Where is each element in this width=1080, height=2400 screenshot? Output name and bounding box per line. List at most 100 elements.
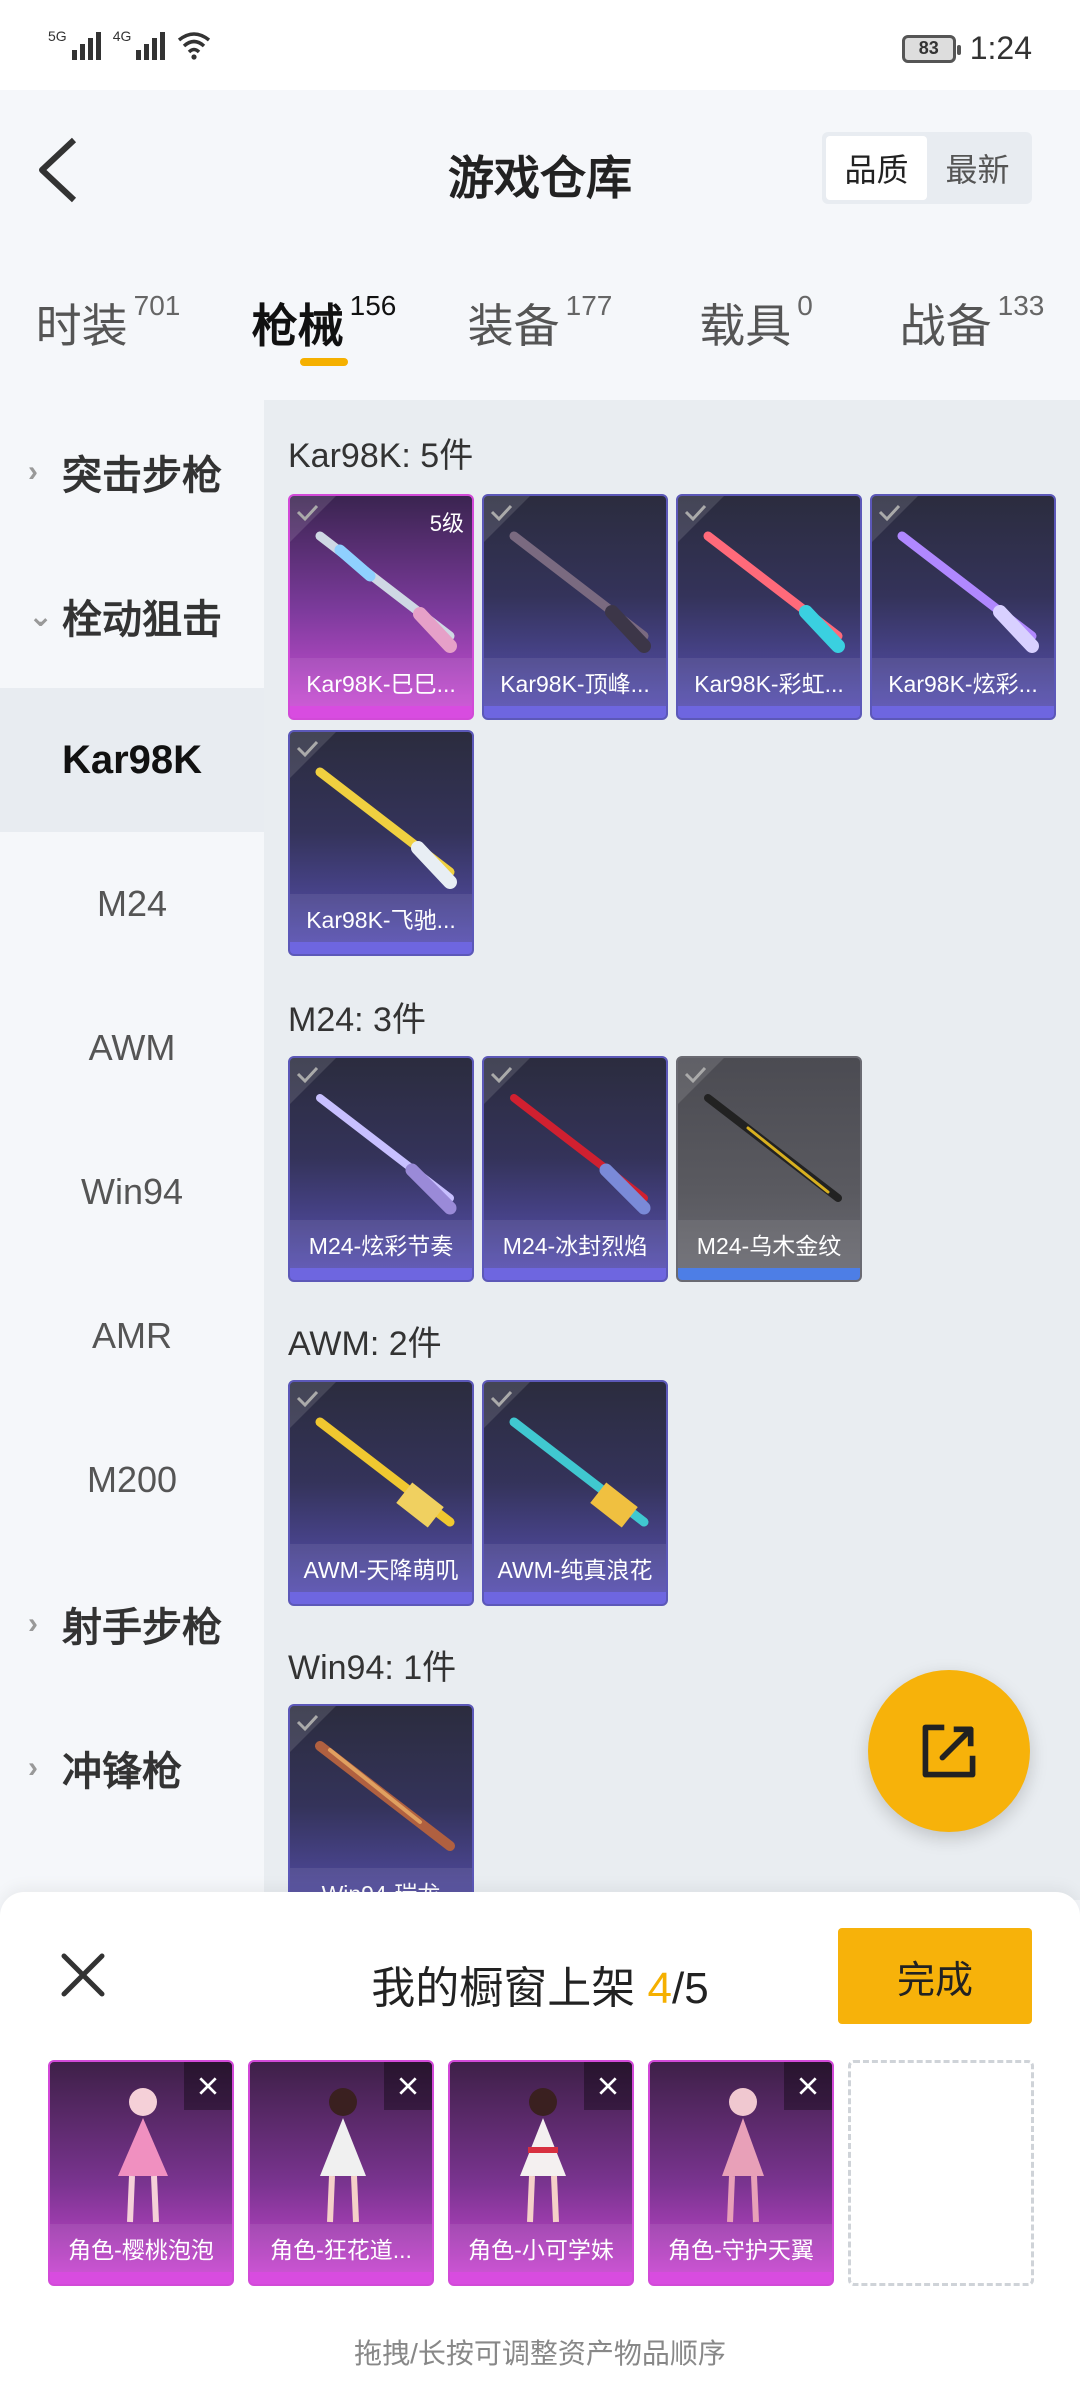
sidebar-item-m24[interactable]: M24 xyxy=(0,832,264,976)
item-label: Kar98K-飞驰... xyxy=(290,894,472,942)
rarity-bar xyxy=(450,2272,632,2284)
rarity-bar xyxy=(678,706,860,718)
character-figure-icon xyxy=(520,2088,566,2223)
tab-supplies[interactable]: 战备 133 xyxy=(864,250,1080,400)
wifi-icon xyxy=(177,30,211,60)
item-label: M24-冰封烈焰 xyxy=(484,1220,666,1268)
item-card[interactable]: M24-炫彩节奏 xyxy=(288,1056,474,1282)
showcase-slot[interactable]: 角色-守护天翼 xyxy=(648,2060,834,2286)
rifle-skin-icon xyxy=(315,1417,455,1528)
sidebar-group-bolt-snipers[interactable]: ⌄ 栓动狙击 xyxy=(0,544,264,688)
item-card[interactable]: Kar98K-彩虹... xyxy=(676,494,862,720)
sidebar-group-marksman-rifles[interactable]: › 射手步枪 xyxy=(0,1552,264,1696)
rifle-skin-icon xyxy=(704,1094,842,1202)
section-title-awm: AWM: 2件 xyxy=(288,1325,442,1363)
active-tab-indicator xyxy=(300,358,348,366)
status-bar: 5G 4G 83 1:24 xyxy=(0,0,1080,90)
chevron-right-icon: › xyxy=(28,455,38,488)
item-card[interactable]: Win94-瑞龙 xyxy=(288,1704,474,1900)
sidebar-group-assault-rifles[interactable]: › 突击步枪 xyxy=(0,400,264,544)
empty-showcase-slot[interactable] xyxy=(848,2060,1034,2286)
clock: 1:24 xyxy=(969,30,1032,66)
share-button[interactable] xyxy=(868,1670,1030,1832)
remove-slot-button[interactable] xyxy=(584,2062,632,2110)
sort-quality-button[interactable]: 品质 xyxy=(826,136,927,200)
sort-toggle: 品质 最新 xyxy=(822,132,1032,204)
rarity-bar xyxy=(678,1268,860,1280)
tab-fashion[interactable]: 时装 701 xyxy=(0,250,216,400)
item-card[interactable]: 5级 Kar98K-巳巳... xyxy=(288,494,474,720)
item-card[interactable]: Kar98K-顶峰... xyxy=(482,494,668,720)
character-figure-icon xyxy=(722,2088,764,2223)
item-card[interactable]: Kar98K-飞驰... xyxy=(288,730,474,956)
sidebar-item-kar98k[interactable]: Kar98K xyxy=(0,688,264,832)
rarity-bar xyxy=(872,706,1054,718)
remove-slot-button[interactable] xyxy=(784,2062,832,2110)
battery-icon: 83 xyxy=(901,34,961,63)
done-button[interactable]: 完成 xyxy=(838,1928,1032,2024)
share-icon xyxy=(922,1724,976,1778)
signal-5g-icon: 5G xyxy=(48,28,101,60)
weapon-category-sidebar: › 突击步枪 ⌄ 栓动狙击 Kar98K M24 AWM Win94 AMR M20… xyxy=(0,400,264,1900)
item-label: M24-乌木金纹 xyxy=(678,1220,860,1268)
item-label: Kar98K-炫彩... xyxy=(872,658,1054,706)
rifle-skin-icon xyxy=(315,1741,455,1851)
remove-slot-button[interactable] xyxy=(184,2062,232,2110)
tab-vehicles[interactable]: 载具 0 xyxy=(648,250,864,400)
showcase-slot[interactable]: 角色-小可学妹 xyxy=(448,2060,634,2286)
item-card[interactable]: AWM-纯真浪花 xyxy=(482,1380,668,1606)
sidebar-item-m200[interactable]: M200 xyxy=(0,1408,264,1552)
sort-newest-button[interactable]: 最新 xyxy=(927,136,1028,200)
sidebar-group-smgs[interactable]: › 冲锋枪 xyxy=(0,1696,264,1840)
chevron-down-icon: ⌄ xyxy=(28,599,54,633)
rifle-skin-icon xyxy=(315,767,457,889)
item-label: AWM-天降萌叽 xyxy=(290,1544,472,1592)
rifle-skin-icon xyxy=(509,531,651,653)
rifle-skin-icon xyxy=(703,531,845,653)
rifle-skin-icon xyxy=(510,1094,651,1215)
close-icon xyxy=(199,2077,217,2095)
character-figure-icon xyxy=(118,2088,168,2223)
sidebar-item-amr[interactable]: AMR xyxy=(0,1264,264,1408)
tab-equipment[interactable]: 装备 177 xyxy=(432,250,648,400)
sidebar-item-win94[interactable]: Win94 xyxy=(0,1120,264,1264)
close-icon xyxy=(399,2077,417,2095)
rarity-bar xyxy=(484,1268,666,1280)
reorder-hint: 拖拽/长按可调整资产物品顺序 xyxy=(354,2338,726,2369)
header: 游戏仓库 品质 最新 xyxy=(0,90,1080,250)
character-figure-icon xyxy=(320,2088,366,2223)
item-label: Kar98K-彩虹... xyxy=(678,658,860,706)
rarity-bar xyxy=(290,706,472,718)
slot-label: 角色-樱桃泡泡 xyxy=(50,2224,232,2272)
item-card[interactable]: M24-乌木金纹 xyxy=(676,1056,862,1282)
rarity-bar xyxy=(50,2272,232,2284)
showcase-slot[interactable]: 角色-樱桃泡泡 xyxy=(48,2060,234,2286)
section-title-win94: Win94: 1件 xyxy=(288,1649,457,1687)
slot-label: 角色-小可学妹 xyxy=(450,2224,632,2272)
sidebar-item-awm[interactable]: AWM xyxy=(0,976,264,1120)
item-card[interactable]: Kar98K-炫彩... xyxy=(870,494,1056,720)
section-title-m24: M24: 3件 xyxy=(288,1001,426,1039)
item-label: Kar98K-巳巳... xyxy=(290,658,472,706)
tab-guns[interactable]: 枪械 156 xyxy=(216,250,432,400)
item-label: M24-炫彩节奏 xyxy=(290,1220,472,1268)
rarity-bar xyxy=(290,1268,472,1280)
close-icon xyxy=(599,2077,617,2095)
close-icon xyxy=(799,2077,817,2095)
remove-slot-button[interactable] xyxy=(384,2062,432,2110)
showcase-panel: 我的橱窗上架 4/5 完成 角色-樱桃泡泡 角色-狂花道... 角色-小可学妹 … xyxy=(0,1892,1080,2400)
slot-label: 角色-守护天翼 xyxy=(650,2224,832,2272)
slot-label: 角色-狂花道... xyxy=(250,2224,432,2272)
chevron-right-icon: › xyxy=(28,1751,38,1784)
signal-4g-icon: 4G xyxy=(113,28,166,60)
chevron-right-icon: › xyxy=(28,1607,38,1640)
rarity-bar xyxy=(650,2272,832,2284)
rarity-bar xyxy=(290,942,472,954)
showcase-slot[interactable]: 角色-狂花道... xyxy=(248,2060,434,2286)
rifle-skin-icon xyxy=(315,531,457,653)
item-card[interactable]: M24-冰封烈焰 xyxy=(482,1056,668,1282)
category-tabs: 时装 701 枪械 156 装备 177 载具 0 战备 133 xyxy=(0,250,1080,400)
item-card[interactable]: AWM-天降萌叽 xyxy=(288,1380,474,1606)
rarity-bar xyxy=(484,1592,666,1604)
rifle-skin-icon xyxy=(316,1094,457,1215)
